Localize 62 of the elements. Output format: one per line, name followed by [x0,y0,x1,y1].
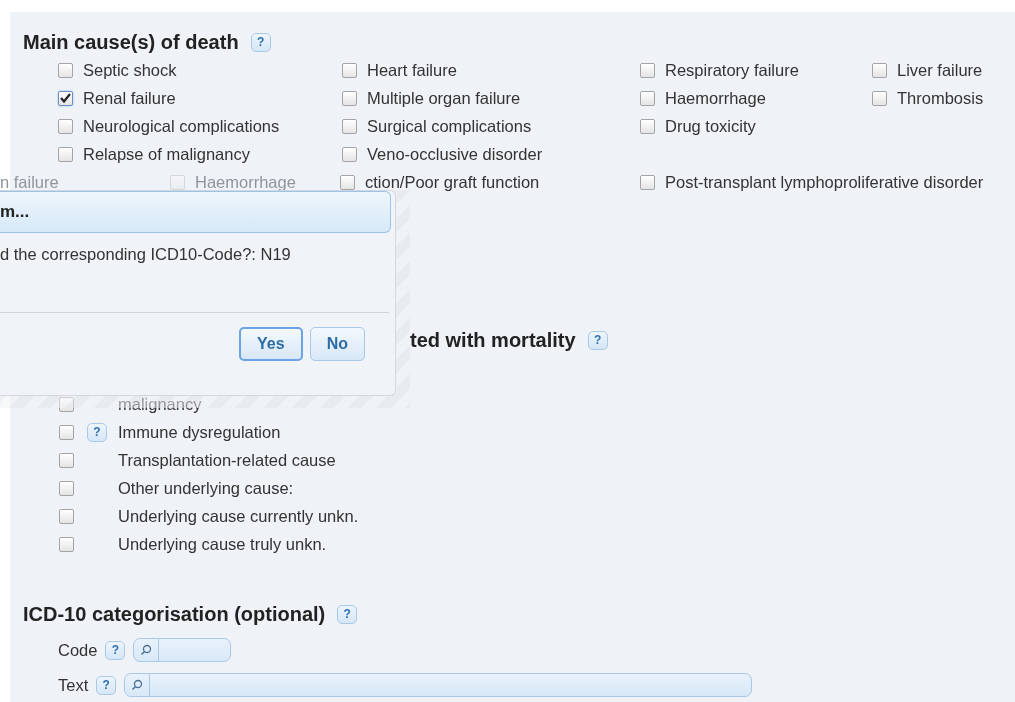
checkbox[interactable] [59,424,74,440]
checkbox[interactable] [59,536,74,552]
option-label: ction/Poor graft function [365,172,540,192]
checkbox[interactable] [640,90,655,106]
option-label: Immune dysregulation [118,422,281,442]
dialog-button[interactable]: Yes [239,327,303,361]
option-label: Surgical complications [367,116,532,136]
checkbox[interactable] [58,118,73,134]
dialog-message: d the corresponding ICD10-Code?: N19 [0,233,389,313]
option-label: Septic shock [83,60,177,80]
checkbox[interactable] [342,62,357,78]
help-button[interactable]: ? [250,32,271,52]
checkbox[interactable] [872,62,887,78]
help-button[interactable]: ? [337,604,358,624]
checkbox[interactable] [342,146,357,162]
option-label: Heart failure [367,60,457,80]
option-label: Liver failure [897,60,983,80]
checkbox[interactable] [59,508,74,524]
dialog-button[interactable]: No [309,327,365,361]
section-heading: ted with mortality [410,328,576,352]
checkbox[interactable] [59,396,74,412]
option-label: Relapse of malignancy [83,144,250,164]
section-heading: Main cause(s) of death [23,30,239,54]
option-label: Veno-occlusive disorder [367,144,543,164]
option-label: Haemorrhage [195,172,296,192]
checkbox[interactable] [58,146,73,162]
option-label: Renal failure [83,88,176,108]
checkbox[interactable] [342,118,357,134]
checkbox[interactable] [58,62,73,78]
checkbox[interactable] [640,62,655,78]
option-label: Post-transplant lymphoproliferative disorder [665,172,984,192]
option-label: Underlying cause currently unkn. [118,506,359,526]
dialog-title: m... [0,191,391,233]
check-icon [60,93,71,103]
help-button[interactable]: ? [87,422,107,442]
field-label: Code [58,640,98,660]
help-button[interactable]: ? [96,675,117,695]
option-label: Underlying cause truly unkn. [118,534,327,554]
checkbox[interactable] [640,174,655,190]
option-label: Neurological complications [83,116,280,136]
option-label: Respiratory failure [665,60,799,80]
option-label: Drug toxicity [665,116,756,136]
section-heading: ICD-10 categorisation (optional) [23,602,326,626]
option-label: Thrombosis [897,88,984,108]
checkbox[interactable] [59,452,74,468]
field-label: Text [58,675,89,695]
checkbox[interactable] [59,480,74,496]
option-label: Multiple organ failure [367,88,521,108]
search-field[interactable] [124,673,753,697]
option-label: malignancy [118,394,202,414]
option-label: n failure [0,172,59,192]
checkbox[interactable] [640,118,655,134]
checkbox[interactable] [340,174,355,190]
checkbox[interactable] [58,90,73,106]
help-button[interactable]: ? [105,640,126,660]
search-field[interactable] [133,638,232,662]
checkbox[interactable] [342,90,357,106]
help-button[interactable]: ? [587,330,608,350]
option-label: Other underlying cause: [118,478,294,498]
option-label: Transplantation-related cause [118,450,336,470]
checkbox[interactable] [872,90,887,106]
option-label: Haemorrhage [665,88,766,108]
